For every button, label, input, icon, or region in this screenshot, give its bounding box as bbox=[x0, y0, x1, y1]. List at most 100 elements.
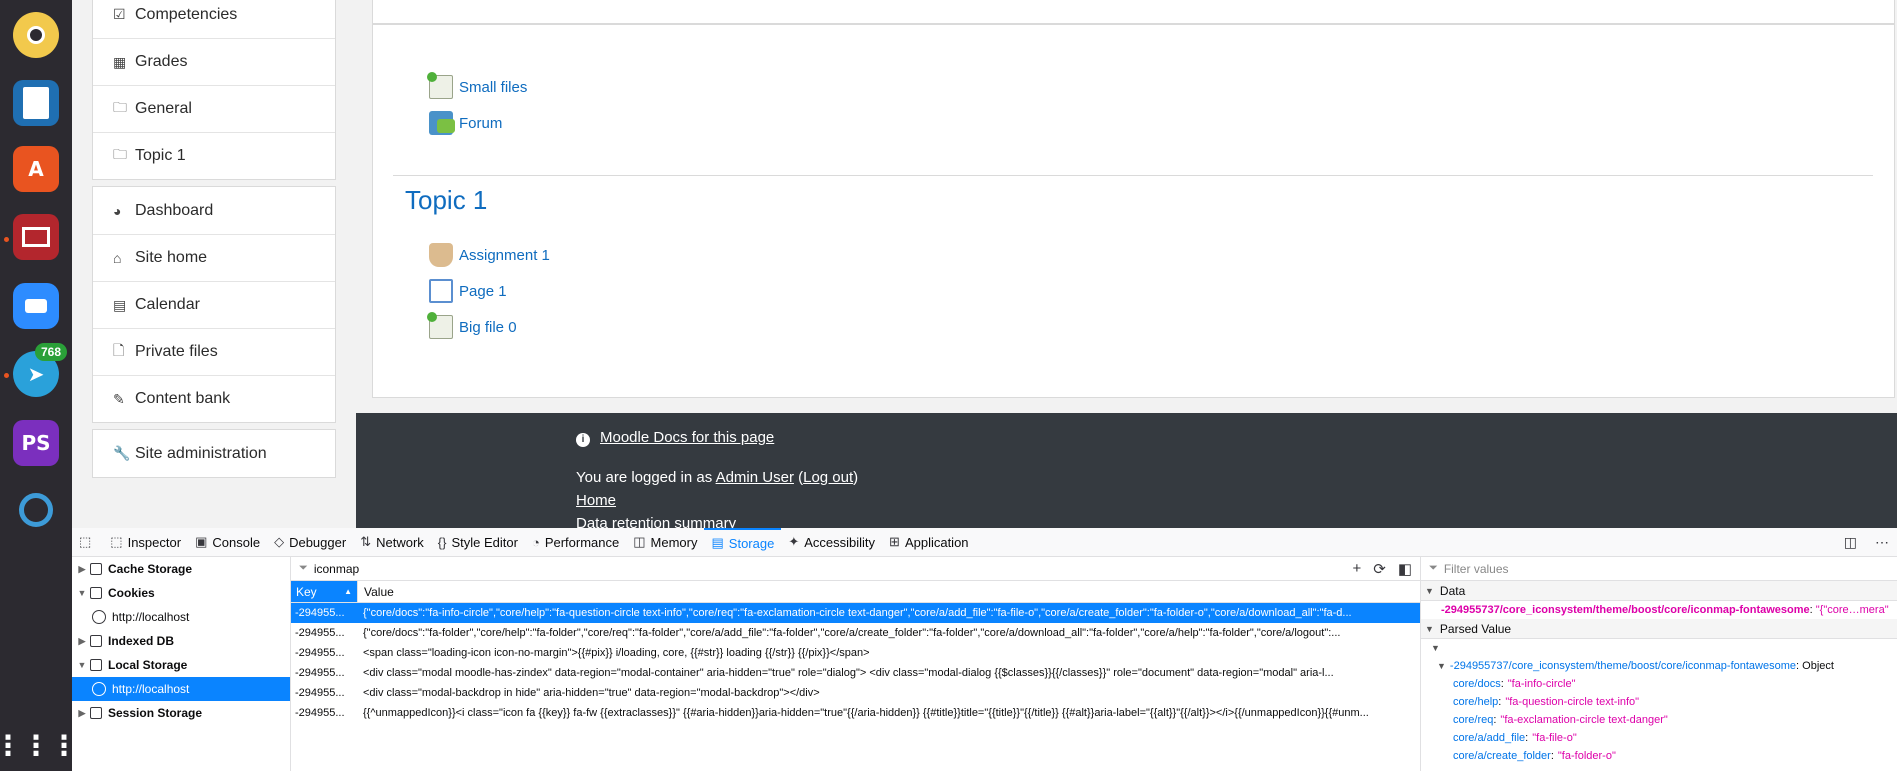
nav-item-grades[interactable]: ▦ Grades bbox=[93, 38, 335, 85]
tab-debugger[interactable]: ◇ Debugger bbox=[267, 528, 353, 557]
chevron-right-icon: ▶ bbox=[78, 635, 86, 646]
page-footer: i Moodle Docs for this page You are logge… bbox=[356, 413, 1897, 528]
app-grid-icon[interactable]: ⋮⋮⋮ bbox=[0, 722, 78, 768]
tree-item-http-localhost[interactable]: http://localhost bbox=[72, 605, 290, 629]
tab-network[interactable]: ⇅ Network bbox=[353, 528, 431, 557]
tab-inspector[interactable]: ⬚ Inspector bbox=[103, 528, 188, 557]
activity-assignment[interactable]: Assignment 1 bbox=[429, 243, 550, 267]
nav-item-site-administration[interactable]: 🔧 Site administration bbox=[93, 430, 335, 477]
ubuntu-dock: A ➤ 768 PS ⋮⋮⋮ bbox=[0, 0, 78, 771]
tree-item-indexed-db[interactable]: ▶ Indexed DB bbox=[72, 629, 290, 653]
dock-side-icon[interactable]: ◫ bbox=[1844, 534, 1857, 551]
tab-accessibility[interactable]: ✦ Accessibility bbox=[781, 528, 882, 557]
file-icon: 🗋 bbox=[113, 342, 125, 358]
nav-item-private-files[interactable]: 🗋 Private files bbox=[93, 328, 335, 375]
globe-icon bbox=[92, 610, 106, 624]
logout-link[interactable]: Log out bbox=[803, 469, 853, 486]
table-row[interactable]: -294955... {"core/docs":"fa-folder","core… bbox=[291, 623, 1420, 643]
tab-application[interactable]: ⊞ Application bbox=[882, 528, 976, 557]
activity-big-file[interactable]: Big file 0 bbox=[427, 312, 517, 339]
database-icon bbox=[90, 635, 102, 647]
table-row[interactable]: -294955... {"core/docs":"fa-info-circle",… bbox=[291, 603, 1420, 623]
data-section-header[interactable]: ▼ Data bbox=[1421, 581, 1897, 601]
chevron-down-icon: ▼ bbox=[1437, 661, 1446, 671]
filter-icon: ⏷ bbox=[299, 562, 308, 574]
tab-performance[interactable]: ◔ Performance bbox=[525, 528, 626, 557]
parsed-entry[interactable]: core/help: "fa-question-circle text-info" bbox=[1421, 693, 1897, 711]
add-item-icon[interactable]: + bbox=[1352, 560, 1361, 578]
chevron-down-icon: ▼ bbox=[1431, 643, 1440, 653]
parsed-toggle[interactable]: ▼ bbox=[1421, 639, 1897, 657]
refresh-icon[interactable]: ⟳ bbox=[1373, 560, 1386, 578]
table-row[interactable]: -294955... <div class="modal-backdrop in … bbox=[291, 683, 1420, 703]
nav-item-general[interactable]: 🗀 General bbox=[93, 85, 335, 132]
user-profile-link[interactable]: Admin User bbox=[716, 469, 794, 486]
tree-item-local-storage[interactable]: ▼ Local Storage bbox=[72, 653, 290, 677]
telegram-icon[interactable]: ➤ 768 bbox=[13, 343, 67, 397]
table-body: -294955... {"core/docs":"fa-info-circle",… bbox=[291, 603, 1420, 723]
filter-input[interactable]: iconmap bbox=[314, 562, 359, 576]
nav-item-calendar[interactable]: ▤ Calendar bbox=[93, 281, 335, 328]
nav-item-competencies[interactable]: ☑ Competencies bbox=[93, 0, 335, 38]
database-icon bbox=[90, 563, 102, 575]
nav-item-topic-1[interactable]: 🗀 Topic 1 bbox=[93, 132, 335, 179]
screenshot-tool-icon[interactable] bbox=[13, 487, 59, 533]
table-row[interactable]: -294955... <div class="modal moodle-has-z… bbox=[291, 663, 1420, 683]
column-header-value[interactable]: Value bbox=[357, 581, 1420, 602]
tab-console[interactable]: ▣ Console bbox=[188, 528, 267, 557]
chevron-right-icon: ▶ bbox=[78, 707, 86, 718]
nav-item-label: General bbox=[135, 100, 192, 117]
tree-item-cache-storage[interactable]: ▶ Cache Storage bbox=[72, 557, 290, 581]
tab-memory[interactable]: ◫ Memory bbox=[626, 528, 704, 557]
remote-desktop-icon[interactable] bbox=[13, 214, 59, 260]
home-icon: ⌂ bbox=[113, 250, 122, 266]
parsed-section-header[interactable]: ▼ Parsed Value bbox=[1421, 619, 1897, 639]
nav-item-content-bank[interactable]: ✎ Content bank bbox=[93, 375, 335, 422]
tab-storage[interactable]: ▤ Storage bbox=[704, 527, 782, 557]
tree-item-session-storage[interactable]: ▶ Session Storage bbox=[72, 701, 290, 725]
parsed-entry[interactable]: core/a/create_folder: "fa-folder-o" bbox=[1421, 747, 1897, 765]
storage-table-panel: ⏷ iconmap + ⟳ ◧ Key ▲ Value -294955... {"c… bbox=[291, 557, 1421, 771]
parsed-entry[interactable]: core/req: "fa-exclamation-circle text-dan… bbox=[1421, 711, 1897, 729]
row-value: {"core/docs":"fa-folder","core/help":"fa… bbox=[363, 627, 1341, 639]
tree-item-cookies[interactable]: ▼ Cookies bbox=[72, 581, 290, 605]
activity-page[interactable]: Page 1 bbox=[429, 279, 507, 303]
section-title[interactable]: Topic 1 bbox=[405, 185, 487, 216]
column-header-key[interactable]: Key ▲ bbox=[291, 581, 357, 602]
phpstorm-icon[interactable]: PS bbox=[13, 420, 59, 466]
dashboard-icon: ◕ bbox=[113, 202, 122, 219]
nav-item-dashboard[interactable]: ◕ Dashboard bbox=[93, 187, 335, 234]
rhythmbox-icon[interactable] bbox=[13, 12, 59, 58]
activity-forum[interactable]: Forum bbox=[429, 111, 502, 135]
nav-item-label: Competencies bbox=[135, 5, 238, 23]
zoom-icon[interactable] bbox=[13, 283, 59, 329]
docs-line: i Moodle Docs for this page bbox=[576, 429, 774, 447]
nav-group-admin: 🔧 Site administration bbox=[92, 429, 336, 478]
more-options-icon[interactable]: ⋯ bbox=[1875, 534, 1889, 551]
parsed-entry[interactable]: core/a/add_file: "fa-file-o" bbox=[1421, 729, 1897, 747]
table-icon: ▦ bbox=[113, 53, 127, 70]
data-retention-link[interactable]: Data retention summary bbox=[576, 515, 736, 528]
tab-style-editor[interactable]: {} Style Editor bbox=[431, 528, 525, 557]
element-picker-button[interactable]: ⬚ bbox=[72, 528, 103, 557]
libreoffice-impress-icon[interactable] bbox=[13, 80, 59, 126]
moodle-docs-link[interactable]: Moodle Docs for this page bbox=[600, 429, 774, 446]
data-entry[interactable]: -294955737/core_iconsystem/theme/boost/c… bbox=[1421, 601, 1897, 619]
row-key: -294955... bbox=[295, 707, 345, 719]
nav-item-site-home[interactable]: ⌂ Site home bbox=[93, 234, 335, 281]
activity-small-files[interactable]: Small files bbox=[427, 72, 527, 99]
filter-values-input[interactable]: ⏷ Filter values bbox=[1421, 557, 1897, 581]
inspector-icon: ⬚ bbox=[110, 534, 123, 549]
table-row[interactable]: -294955... {{^unmappedIcon}}<i class="ico… bbox=[291, 703, 1420, 723]
value-sidebar: ⏷ Filter values ▼ Data -294955737/core_ico… bbox=[1421, 557, 1897, 771]
data-retention-line: Data retention summary bbox=[576, 515, 736, 528]
table-row[interactable]: -294955... <span class="loading-icon icon… bbox=[291, 643, 1420, 663]
tree-item-http-localhost[interactable]: http://localhost bbox=[72, 677, 290, 701]
filter-icon: ⏷ bbox=[1429, 562, 1438, 574]
toggle-sidebar-icon[interactable]: ◧ bbox=[1398, 560, 1412, 578]
home-link[interactable]: Home bbox=[576, 492, 616, 509]
software-center-icon[interactable]: A bbox=[13, 146, 59, 192]
parsed-entry[interactable]: core/docs: "fa-info-circle" bbox=[1421, 675, 1897, 693]
parsed-root[interactable]: ▼ -294955737/core_iconsystem/theme/boost… bbox=[1421, 657, 1897, 675]
chevron-down-icon: ▼ bbox=[77, 660, 87, 670]
